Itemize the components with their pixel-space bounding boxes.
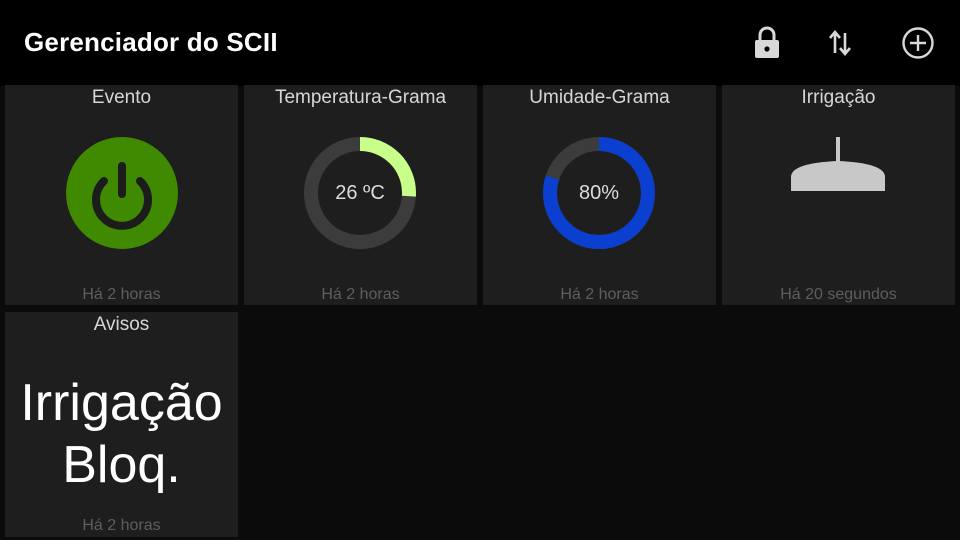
tile-title: Umidade-Grama [529, 87, 670, 108]
tile-timestamp: Há 2 horas [82, 286, 161, 303]
tile-timestamp: Há 2 horas [321, 286, 400, 303]
tile-title: Evento [91, 87, 152, 108]
tile-evento[interactable]: Evento Há 2 horas [5, 85, 238, 305]
power-toggle[interactable] [65, 136, 179, 250]
tile-title: Irrigação [801, 87, 876, 108]
lamp-icon [788, 135, 888, 195]
tile-title: Temperatura-Grama [274, 87, 447, 108]
swap-vert-icon [829, 29, 851, 57]
tile-umidade[interactable]: Umidade-Grama 80% Há 2 horas [483, 85, 716, 305]
app-title: Gerenciador do SCII [24, 27, 278, 57]
humidity-value: 80% [578, 182, 620, 204]
power-icon [66, 137, 178, 249]
temperature-gauge: 26 ºC [302, 135, 418, 251]
tile-timestamp: Há 2 horas [82, 517, 161, 534]
add-circle-icon [902, 27, 934, 59]
tile-irrigacao[interactable]: Irrigação Há 20 segundos [722, 85, 955, 305]
tile-title: Avisos [93, 314, 150, 335]
sync-button[interactable] [820, 23, 860, 63]
tile-timestamp: Há 2 horas [560, 286, 639, 303]
lock-icon [755, 26, 779, 58]
app-bar: Gerenciador do SCII [0, 0, 960, 86]
lock-button[interactable] [747, 23, 787, 63]
humidity-gauge: 80% [541, 135, 657, 251]
temperature-value: 26 ºC [335, 182, 385, 204]
tile-timestamp: Há 20 segundos [780, 286, 897, 303]
tile-avisos[interactable]: Avisos Irrigação Bloq. Há 2 horas [5, 312, 238, 537]
tile-temperatura[interactable]: Temperatura-Grama 26 ºC Há 2 horas [244, 85, 477, 305]
add-button[interactable] [898, 23, 938, 63]
warning-message: Irrigação Bloq. [20, 374, 223, 494]
